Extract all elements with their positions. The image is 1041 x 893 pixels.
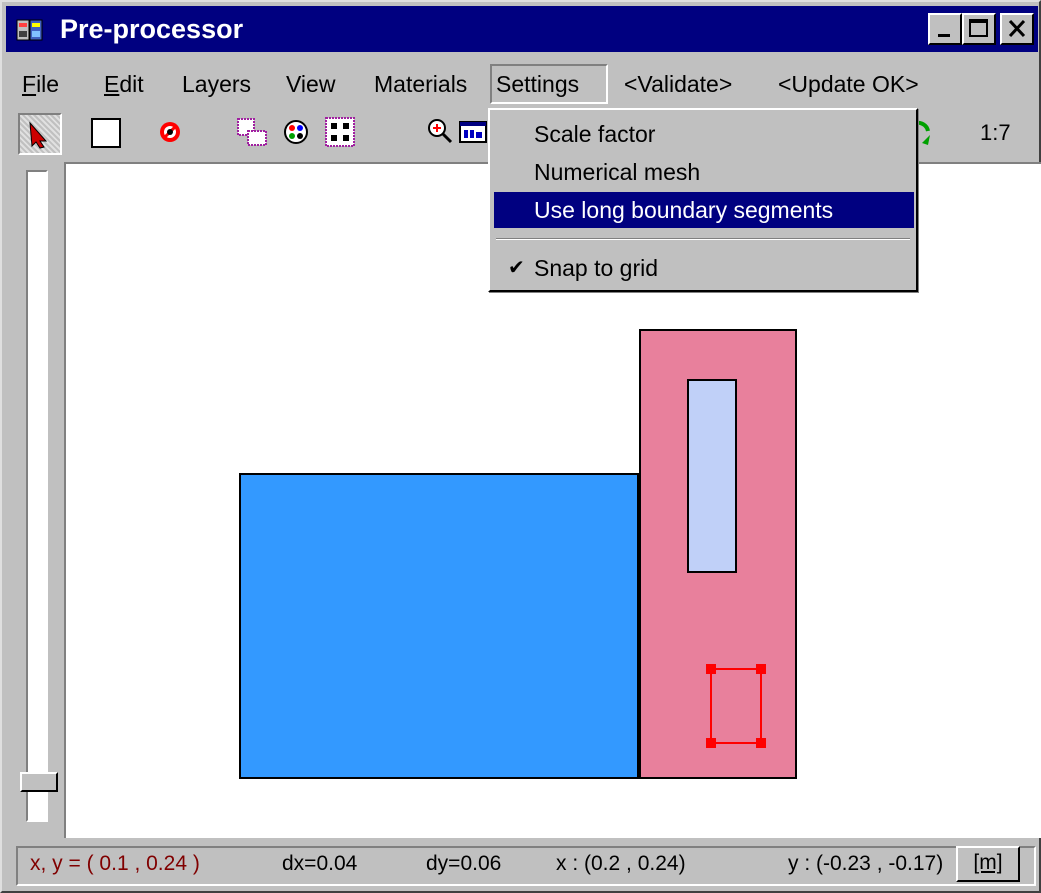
menu-edit-rest: dit [119,71,144,97]
menu-materials[interactable]: Materials [370,64,471,104]
blue-region[interactable] [239,473,639,779]
layers-icon [237,118,267,146]
status-bar: x, y = ( 0.1 , 0.24 ) dx=0.04 dy=0.06 x … [6,840,1038,888]
menu-item-long-boundary-segments[interactable]: Use long boundary segments [494,192,914,228]
app-window: Pre-processor File Edit Layers View Mate… [0,0,1041,893]
selection-handle[interactable] [756,664,766,674]
y-range: y : (-0.23 , -0.17) [788,852,944,875]
selection-handle[interactable] [756,738,766,748]
palette-icon [284,120,308,144]
x-range: x : (0.2 , 0.24) [556,852,686,875]
no-entry-icon [160,122,180,142]
title-bar[interactable]: Pre-processor [6,6,1038,52]
scale-label: 1:7 [980,120,1011,145]
menu-update-ok[interactable]: <Update OK> [774,64,923,104]
menu-file-mnemonic: F [22,71,37,97]
select-arrow-icon [29,121,48,149]
menu-item-scale-factor[interactable]: Scale factor [494,116,914,152]
vertical-slider-track[interactable] [26,170,48,822]
menu-validate[interactable]: <Validate> [620,64,736,104]
menu-settings[interactable]: Settings [490,64,608,104]
rectangle-icon [91,118,121,148]
settings-dropdown: Scale factor Numerical mesh Use long bou… [488,108,918,292]
menu-separator [496,238,910,240]
rectangle-tool-button[interactable] [86,113,130,155]
cursor-coordinates: x, y = ( 0.1 , 0.24 ) [30,852,200,875]
menu-item-snap-to-grid[interactable]: ✔ Snap to grid [494,250,914,286]
selection-handle[interactable] [706,738,716,748]
layers-tool-button[interactable] [232,113,276,155]
menu-item-numerical-mesh[interactable]: Numerical mesh [494,154,914,190]
checkmark-icon: ✔ [508,257,525,279]
light-inner-region[interactable] [687,379,737,573]
vertical-slider-thumb[interactable] [20,772,58,792]
menu-layers[interactable]: Layers [178,64,255,104]
menu-bar: File Edit Layers View Materials Settings… [6,58,1038,108]
menu-view[interactable]: View [282,64,339,104]
dx-value: dx=0.04 [282,852,358,875]
materials-tool-button[interactable] [276,113,320,155]
close-button[interactable] [1000,13,1034,45]
maximize-button[interactable] [962,13,996,45]
dy-value: dy=0.06 [426,852,502,875]
window-title: Pre-processor [60,14,244,44]
close-icon [1008,19,1026,38]
maximize-icon [969,19,988,37]
vertical-slider-area [20,162,64,834]
delete-tool-button[interactable] [150,113,194,155]
menu-file-rest: ile [36,71,60,97]
selection-handle[interactable] [706,664,716,674]
menu-item-snap-to-grid-label: Snap to grid [534,255,659,281]
minimize-icon [938,34,950,37]
menu-file[interactable]: File [18,64,63,104]
app-icon [16,19,43,41]
grid-points-icon [325,117,355,147]
menu-edit-mnemonic: E [104,71,120,97]
grid-tool-button[interactable] [320,113,364,155]
minimize-button[interactable] [928,13,962,45]
menu-edit[interactable]: Edit [100,64,148,104]
unit-button[interactable]: [m] [956,846,1020,882]
unit-label: [m] [973,851,1003,874]
select-tool-button[interactable] [18,113,62,155]
